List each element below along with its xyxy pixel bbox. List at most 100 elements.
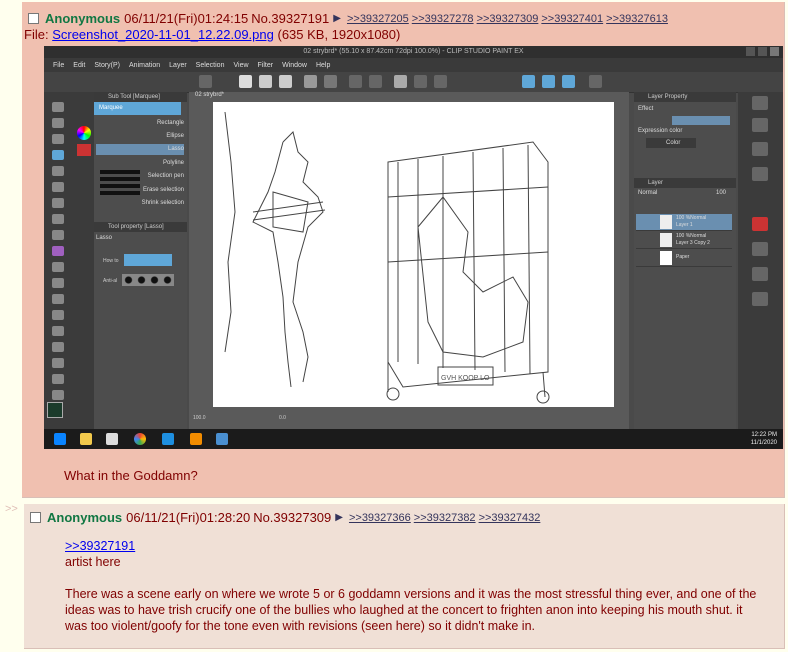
menu-edit: Edit bbox=[73, 61, 86, 69]
menu-story: Story(P) bbox=[94, 61, 121, 69]
text-tool-icon bbox=[52, 374, 64, 384]
tool-property-name: Lasso bbox=[96, 235, 113, 241]
post-39327309: Anonymous 06/11/21(Fri)01:28:20 No.39327… bbox=[24, 504, 785, 649]
main-color-swatch bbox=[47, 402, 63, 418]
windows-taskbar: 12:22 PM 11/1/2020 bbox=[44, 429, 783, 449]
menu-layer: Layer bbox=[169, 61, 187, 69]
snap-icon bbox=[522, 75, 535, 88]
post-checkbox[interactable] bbox=[30, 512, 41, 523]
post-menu-icon[interactable]: ▶ bbox=[333, 13, 341, 24]
cage-sign: GVH KOOP LO bbox=[441, 375, 490, 382]
layer-panel-header: Layer bbox=[634, 178, 736, 188]
history-icon bbox=[752, 167, 768, 181]
grid-icon bbox=[199, 75, 212, 88]
subtool-item: Erase selection bbox=[142, 187, 184, 193]
effect-icons bbox=[672, 116, 730, 125]
open-icon bbox=[259, 75, 272, 88]
zoom-tool-icon bbox=[52, 102, 64, 112]
taskbar-clock: 12:22 PM 11/1/2020 bbox=[750, 432, 777, 446]
backlink[interactable]: >>39327278 bbox=[412, 13, 474, 25]
rotation-readout: 0.0 bbox=[279, 415, 286, 421]
save-icon bbox=[279, 75, 292, 88]
app-titlebar: 02 strybrd* (55.10 x 87.42cm 72dpi 100.0… bbox=[44, 46, 783, 58]
transform-icon bbox=[369, 75, 382, 88]
app-menubar: File Edit Story(P) Animation Layer Selec… bbox=[44, 58, 783, 72]
fill-icon bbox=[434, 75, 447, 88]
color-dropdown: Color bbox=[646, 138, 696, 148]
brush-tool-icon bbox=[52, 230, 64, 240]
search-layer-icon bbox=[752, 267, 768, 281]
layer-property-header: Layer Property bbox=[634, 92, 736, 102]
message-line: artist here bbox=[65, 555, 121, 569]
subtool-item: Lasso bbox=[167, 146, 184, 152]
menu-file: File bbox=[53, 61, 65, 69]
start-icon bbox=[54, 433, 66, 445]
color-wheel-icon bbox=[77, 126, 91, 140]
subview-icon bbox=[752, 118, 768, 132]
ruler-tool-icon bbox=[52, 358, 64, 368]
clipstudio-icon bbox=[106, 433, 118, 445]
post-message: >>39327191 artist here There was a scene… bbox=[65, 538, 765, 634]
navigator-icon bbox=[752, 96, 768, 110]
post-datetime: 06/11/21(Fri)01:24:15 bbox=[124, 11, 249, 26]
file-link[interactable]: Screenshot_2020-11-01_12.22.09.png bbox=[52, 27, 274, 42]
menu-selection: Selection bbox=[195, 61, 225, 69]
antialias-label: Anti-al bbox=[103, 278, 118, 284]
brush-stroke-preview bbox=[100, 170, 140, 196]
layer-property-panel: Layer Property Effect Expression color C… bbox=[634, 92, 736, 432]
hand-tool-icon bbox=[52, 118, 64, 128]
eyedropper-tool-icon bbox=[52, 182, 64, 192]
canvas-tab: 02 strybrd* bbox=[195, 92, 225, 98]
blend-tool-icon bbox=[52, 262, 64, 272]
balloon-tool-icon bbox=[52, 390, 64, 400]
close-icon bbox=[770, 47, 779, 56]
layer-row: 100 %Normal Layer 3 Copy 2 bbox=[636, 232, 732, 249]
attached-image[interactable]: 02 strybrd* (55.10 x 87.42cm 72dpi 100.0… bbox=[44, 46, 783, 449]
post-checkbox[interactable] bbox=[28, 13, 39, 24]
subtool-item: Polyline bbox=[162, 160, 184, 166]
backlink[interactable]: >>39327366 bbox=[349, 512, 411, 524]
drawing-canvas: GVH KOOP LO bbox=[213, 102, 614, 407]
minimize-icon bbox=[746, 47, 755, 56]
file-meta: (635 KB, 1920x1080) bbox=[277, 27, 401, 42]
loading-icon bbox=[349, 75, 362, 88]
airbrush-tool-icon bbox=[52, 246, 64, 256]
subtool-item: Rectangle bbox=[156, 120, 184, 126]
backlink[interactable]: >>39327613 bbox=[606, 13, 668, 25]
backlink[interactable]: >>39327382 bbox=[414, 512, 476, 524]
post-number[interactable]: No.39327191 bbox=[251, 11, 329, 26]
menu-animation: Animation bbox=[129, 61, 161, 69]
material-icon bbox=[752, 242, 768, 256]
subtool-item: Selection pen bbox=[147, 173, 184, 179]
quote-link[interactable]: >>39327191 bbox=[65, 539, 135, 553]
message-paragraph: There was a scene early on where we wrot… bbox=[65, 587, 757, 633]
post-header: Anonymous 06/11/21(Fri)01:28:20 No.39327… bbox=[30, 510, 543, 525]
post-menu-icon[interactable]: ▶ bbox=[335, 512, 343, 523]
ruler-icon bbox=[542, 75, 555, 88]
eraser-tool-icon bbox=[52, 278, 64, 288]
skype-icon bbox=[162, 433, 174, 445]
menu-view: View bbox=[233, 61, 249, 69]
backlink[interactable]: >>39327401 bbox=[541, 13, 603, 25]
post-number[interactable]: No.39327309 bbox=[253, 510, 331, 525]
figure-tool-icon bbox=[52, 326, 64, 336]
frame-tool-icon bbox=[52, 342, 64, 352]
pen-tool-icon bbox=[52, 198, 64, 208]
backlink[interactable]: >>39327432 bbox=[479, 512, 541, 524]
vlc-icon bbox=[190, 433, 202, 445]
explorer-icon bbox=[80, 433, 92, 445]
photos-icon bbox=[216, 433, 228, 445]
backlink[interactable]: >>39327309 bbox=[477, 13, 539, 25]
command-bar bbox=[738, 92, 783, 432]
blend-mode: Normal bbox=[638, 190, 658, 196]
expression-color-label: Expression color bbox=[638, 128, 683, 134]
subtool-panel: Sub Tool [Marquee] Marquee Rectangle Ell… bbox=[94, 92, 187, 432]
undo-icon bbox=[304, 75, 317, 88]
zoom-readout: 100.0 bbox=[193, 415, 206, 421]
poster-name: Anonymous bbox=[45, 11, 121, 26]
subtool-item: Shrink selection bbox=[141, 200, 184, 206]
eraser-icon bbox=[394, 75, 407, 88]
backlink[interactable]: >>39327205 bbox=[347, 13, 409, 25]
effect-label: Effect bbox=[638, 106, 654, 112]
how-to-label: How to bbox=[103, 258, 119, 264]
